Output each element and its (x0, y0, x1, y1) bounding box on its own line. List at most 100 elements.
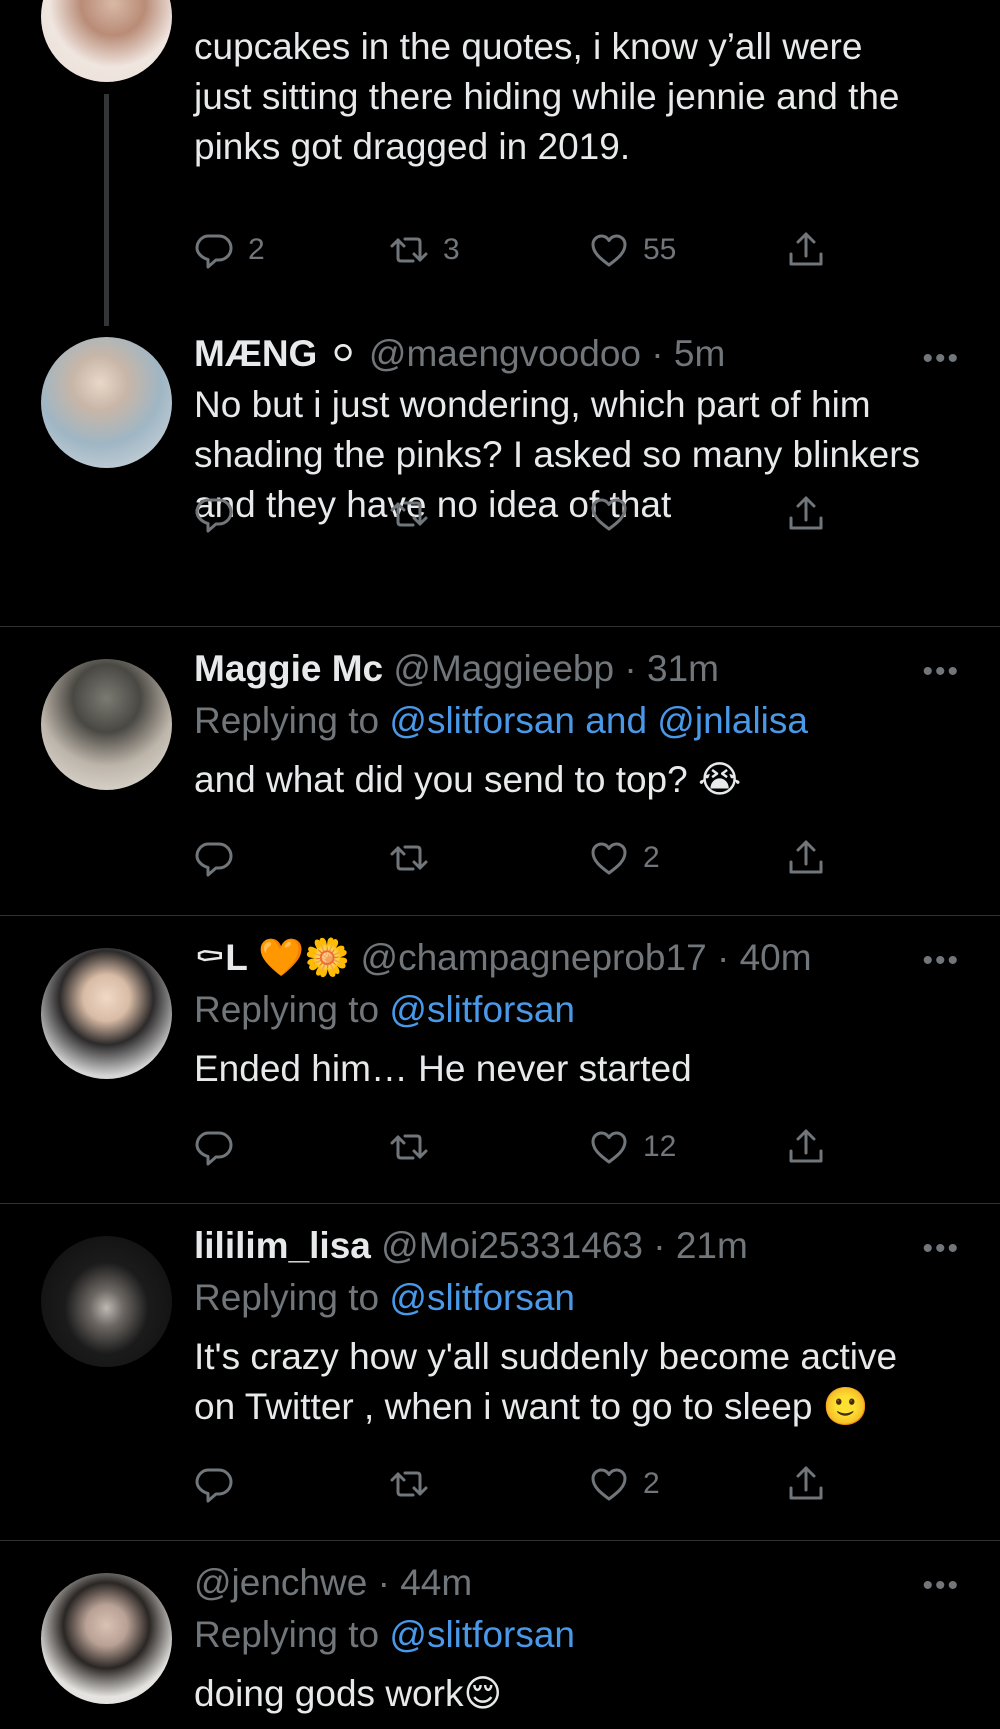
display-name[interactable]: ⚰L (194, 937, 248, 978)
timestamp[interactable]: 5m (674, 333, 725, 374)
timestamp[interactable]: 40m (740, 937, 812, 978)
share-icon (789, 1129, 823, 1163)
timestamp[interactable]: 31m (647, 648, 719, 689)
tweet-header: @jenchwe · 44m (194, 1557, 960, 1609)
reply-icon (195, 1131, 233, 1166)
avatar[interactable] (41, 0, 172, 82)
separator-dot: · (716, 937, 730, 978)
tweet-champagne[interactable]: ⚰L 🧡🌼 @champagneprob17 · 40m Replying to… (0, 916, 1000, 1203)
reply-button[interactable]: 2 (194, 224, 265, 276)
heart-icon (591, 1131, 627, 1164)
mention-link[interactable]: @slitforsan (389, 1614, 575, 1655)
reply-icon (195, 498, 233, 533)
like-count: 2 (643, 841, 660, 874)
handle[interactable]: @champagneprob17 (361, 937, 707, 978)
tweet-text: and what did you send to top? 😭 (194, 759, 742, 800)
retweet-icon (390, 501, 428, 527)
avatar[interactable] (41, 948, 172, 1079)
like-count: 12 (643, 1130, 677, 1163)
separator-dot: · (624, 648, 637, 689)
more-options-button[interactable]: ••• (922, 344, 960, 374)
like-button[interactable]: 2 (589, 1458, 660, 1510)
reply-count: 2 (248, 233, 265, 266)
replying-to: Replying to @slitforsan (194, 1277, 576, 1318)
reply-button[interactable] (194, 832, 234, 884)
heart-icon (591, 842, 627, 875)
share-icon (789, 496, 823, 530)
separator-dot: · (653, 1225, 666, 1266)
replying-to: Replying to @slitforsan and @jnlalisa (194, 700, 808, 741)
like-button[interactable]: 12 (589, 1121, 676, 1173)
like-count: 55 (643, 233, 677, 266)
heart-icon (591, 1468, 627, 1501)
reply-button[interactable] (194, 1121, 234, 1173)
share-button[interactable] (786, 1121, 826, 1173)
share-button[interactable] (786, 1458, 826, 1510)
tweet-maeng[interactable]: MÆNG ⚪ @maengvoodoo · 5m No but i just w… (0, 322, 1000, 626)
like-button[interactable]: 2 (589, 832, 660, 884)
tweet-header: MÆNG ⚪ @maengvoodoo · 5m (194, 328, 960, 380)
reply-button[interactable] (194, 488, 234, 540)
replying-to: Replying to @slitforsan (194, 1614, 576, 1655)
name-emojis: 🧡🌼 (258, 937, 351, 978)
share-button[interactable] (786, 832, 826, 884)
separator-dot: · (651, 333, 664, 374)
avatar[interactable] (41, 337, 172, 468)
tweet-jenchwe[interactable]: @jenchwe · 44m Replying to @slitforsan d… (0, 1541, 1000, 1729)
like-button[interactable]: 55 (589, 224, 676, 276)
tweet-maggie[interactable]: Maggie Mc @Maggieebp · 31m Replying to @… (0, 627, 1000, 915)
reply-icon (195, 1468, 233, 1503)
timestamp[interactable]: 21m (676, 1225, 748, 1266)
tweet-text: cupcakes in the quotes, i know y’all wer… (194, 26, 900, 167)
heart-icon (591, 234, 627, 267)
retweet-icon (390, 1471, 428, 1497)
replying-to-partial: Replying to @slitforsan (194, 0, 960, 18)
share-icon (789, 840, 823, 874)
tweet-text: It's crazy how y'all suddenly become act… (194, 1336, 898, 1427)
handle[interactable]: @Moi25331463 (381, 1225, 643, 1266)
heart-icon (591, 498, 627, 531)
retweet-button[interactable]: 3 (389, 224, 460, 276)
avatar[interactable] (41, 659, 172, 790)
avatar[interactable] (41, 1236, 172, 1367)
retweet-button[interactable] (389, 832, 429, 884)
share-icon (789, 1466, 823, 1500)
more-options-button[interactable]: ••• (922, 946, 960, 976)
reply-button[interactable] (194, 1458, 234, 1510)
handle[interactable]: @jenchwe (194, 1562, 367, 1603)
share-button[interactable] (786, 488, 826, 540)
retweet-button[interactable] (389, 1121, 429, 1173)
more-options-button[interactable]: ••• (922, 657, 960, 687)
reply-icon (195, 842, 233, 877)
display-name[interactable]: lililim_lisa (194, 1225, 371, 1266)
tweet-lisa[interactable]: lililim_lisa @Moi25331463 · 21m Replying… (0, 1204, 1000, 1540)
mention-link[interactable]: @slitforsan (389, 989, 575, 1030)
tweet-text: Ended him… He never started (194, 1048, 692, 1089)
display-name[interactable]: MÆNG (194, 333, 317, 374)
mention-link[interactable]: @slitforsan and @jnlalisa (389, 700, 808, 741)
share-button[interactable] (786, 224, 826, 276)
display-name[interactable]: Maggie Mc (194, 648, 383, 689)
retweet-button[interactable] (389, 1458, 429, 1510)
more-options-button[interactable]: ••• (922, 1234, 960, 1264)
tweet-header: ⚰L 🧡🌼 @champagneprob17 · 40m (194, 932, 960, 984)
timestamp[interactable]: 44m (400, 1562, 472, 1603)
like-count: 2 (643, 1467, 660, 1500)
more-options-button[interactable]: ••• (922, 1571, 960, 1601)
thread-line (104, 94, 109, 326)
tweet-top[interactable]: Replying to @slitforsan cupcakes in the … (0, 0, 1000, 326)
replying-to: Replying to @slitforsan (194, 989, 576, 1030)
handle[interactable]: @maengvoodoo (369, 333, 641, 374)
handle[interactable]: @Maggieebp (393, 648, 614, 689)
like-button[interactable] (589, 488, 629, 540)
retweet-icon (390, 237, 428, 263)
retweet-icon (390, 845, 428, 871)
retweet-icon (390, 1134, 428, 1160)
avatar[interactable] (41, 1573, 172, 1704)
tweet-text: doing gods work😌 (194, 1673, 503, 1714)
separator-dot: · (377, 1562, 390, 1603)
mention-link[interactable]: @slitforsan (389, 1277, 575, 1318)
reply-icon (195, 234, 233, 269)
badge-emoji: ⚪ (327, 333, 359, 374)
retweet-button[interactable] (389, 488, 429, 540)
